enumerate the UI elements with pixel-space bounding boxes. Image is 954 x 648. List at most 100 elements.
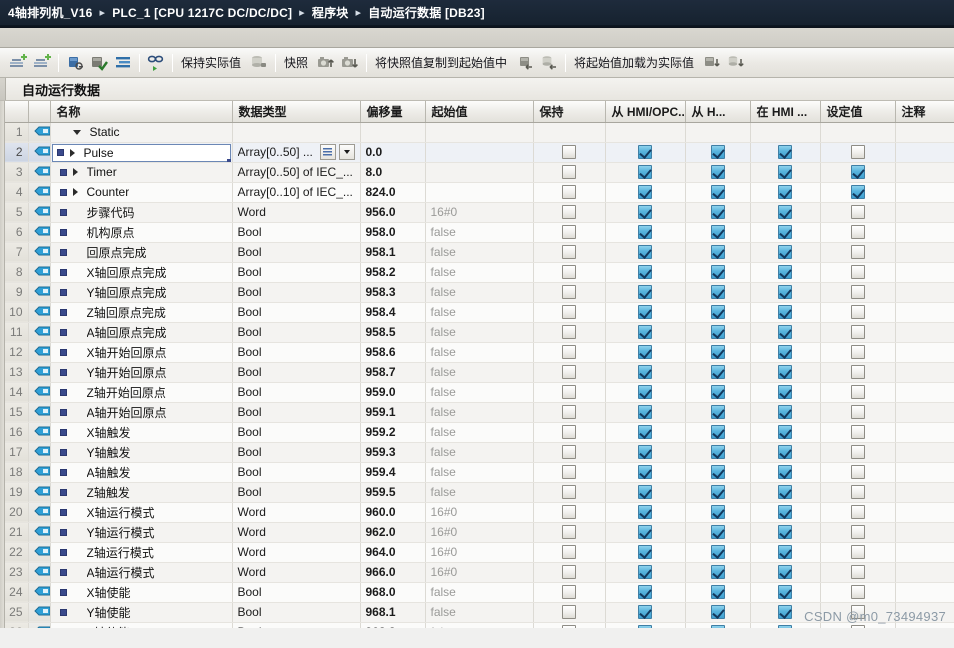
cell-setpoint[interactable]: [820, 602, 896, 623]
checkbox-visible-in-hmi[interactable]: [778, 565, 792, 580]
cell-from-hmi-opc[interactable]: [605, 542, 686, 563]
cell-visible-in-hmi[interactable]: [750, 362, 821, 383]
checkbox-from-hmi-opc[interactable]: [638, 205, 652, 220]
cell-start-value[interactable]: false: [425, 262, 534, 283]
cell-start-value[interactable]: 16#0: [425, 522, 534, 543]
checkbox-retain[interactable]: [562, 245, 576, 260]
cell-comment[interactable]: [895, 162, 954, 183]
column-header-writable-from-hmi[interactable]: 从 H...: [685, 101, 751, 123]
cell-name[interactable]: A轴开始回原点: [50, 402, 233, 423]
cell-datatype[interactable]: Bool: [232, 362, 361, 383]
table-row[interactable]: 9 Y轴回原点完成 Bool 958.3 false: [0, 282, 954, 303]
cell-writable-from-hmi[interactable]: [685, 162, 751, 183]
checkbox-setpoint[interactable]: [850, 465, 865, 480]
datatype-browse-button[interactable]: [319, 144, 336, 160]
cell-retain[interactable]: [533, 402, 606, 423]
cell-start-value[interactable]: false: [425, 602, 534, 623]
cell-start-value[interactable]: false: [425, 382, 534, 403]
cell-from-hmi-opc[interactable]: [605, 122, 686, 143]
cell-writable-from-hmi[interactable]: [685, 382, 751, 403]
checkbox-writable-from-hmi[interactable]: [710, 485, 725, 500]
table-row[interactable]: 26Z轴使能Bool968.2false: [0, 622, 954, 628]
cell-retain[interactable]: [533, 442, 606, 463]
cell-name[interactable]: A轴运行模式: [50, 562, 233, 583]
cell-from-hmi-opc[interactable]: [605, 362, 686, 383]
cell-writable-from-hmi[interactable]: [685, 262, 751, 283]
checkbox-visible-in-hmi[interactable]: [778, 165, 792, 180]
column-header-icon[interactable]: [28, 101, 51, 123]
cell-retain[interactable]: [533, 582, 606, 603]
checkbox-retain[interactable]: [562, 365, 576, 380]
checkbox-setpoint[interactable]: [850, 325, 865, 340]
table-row[interactable]: 11 A轴回原点完成 Bool 958.5 false: [0, 322, 954, 343]
cell-setpoint[interactable]: [820, 562, 896, 583]
checkbox-visible-in-hmi[interactable]: [778, 625, 792, 628]
checkbox-writable-from-hmi[interactable]: [710, 305, 725, 320]
cell-writable-from-hmi[interactable]: [685, 342, 751, 363]
cell-writable-from-hmi[interactable]: [685, 562, 751, 583]
cell-from-hmi-opc[interactable]: [605, 262, 686, 283]
cell-name[interactable]: Y轴运行模式: [50, 522, 233, 543]
cell-writable-from-hmi[interactable]: [685, 462, 751, 483]
copy-snapshot-icon-2[interactable]: [537, 51, 561, 75]
column-header-accessible-from-hmi-opc[interactable]: 从 HMI/OPC..: [605, 101, 686, 123]
checkbox-visible-in-hmi[interactable]: [778, 145, 792, 160]
cell-writable-from-hmi[interactable]: [685, 602, 751, 623]
column-header-comment[interactable]: 注释: [895, 101, 954, 123]
expand-all-icon[interactable]: [111, 51, 135, 75]
cell-writable-from-hmi[interactable]: [685, 242, 751, 263]
checkbox-setpoint[interactable]: [850, 545, 865, 560]
cell-from-hmi-opc[interactable]: [605, 522, 686, 543]
keep-actual-values-label[interactable]: 保持实际值: [177, 54, 247, 71]
checkbox-writable-from-hmi[interactable]: [710, 385, 725, 400]
breadcrumb-item-blocks[interactable]: 程序块: [312, 4, 349, 21]
cell-from-hmi-opc[interactable]: [605, 602, 686, 623]
checkbox-from-hmi-opc[interactable]: [638, 525, 652, 540]
cell-writable-from-hmi[interactable]: [685, 222, 751, 243]
checkbox-retain[interactable]: [562, 225, 576, 240]
table-row[interactable]: 1 Static: [0, 122, 954, 143]
cell-name[interactable]: Z轴使能: [50, 622, 233, 628]
cell-setpoint[interactable]: [820, 622, 896, 628]
table-row[interactable]: 10 Z轴回原点完成 Bool 958.4 false: [0, 302, 954, 323]
cell-retain[interactable]: [533, 142, 606, 163]
cell-datatype[interactable]: Bool: [232, 462, 361, 483]
cell-datatype[interactable]: Bool: [232, 342, 361, 363]
cell-writable-from-hmi[interactable]: [685, 302, 751, 323]
cell-start-value[interactable]: false: [425, 362, 534, 383]
checkbox-setpoint[interactable]: [850, 425, 865, 440]
cell-datatype[interactable]: Array[0..50] of IEC_...: [232, 162, 361, 183]
table-row[interactable]: 5 步骤代码 Word 956.0 16#0: [0, 202, 954, 223]
cell-name[interactable]: 回原点完成: [50, 242, 233, 263]
cell-from-hmi-opc[interactable]: [605, 142, 686, 163]
cell-name[interactable]: 步骤代码: [50, 202, 233, 223]
cell-visible-in-hmi[interactable]: [750, 542, 821, 563]
cell-datatype[interactable]: Bool: [232, 602, 361, 623]
cell-comment[interactable]: [895, 442, 954, 463]
cell-visible-in-hmi[interactable]: [750, 202, 821, 223]
cell-comment[interactable]: [895, 582, 954, 603]
cell-visible-in-hmi[interactable]: [750, 222, 821, 243]
cell-name[interactable]: Z轴触发: [50, 482, 233, 503]
collapse-triangle-icon[interactable]: [72, 129, 81, 135]
cell-retain[interactable]: [533, 542, 606, 563]
checkbox-retain[interactable]: [562, 425, 576, 440]
snapshot-icon-1[interactable]: [314, 51, 338, 75]
cell-retain[interactable]: [533, 522, 606, 543]
cell-start-value[interactable]: [425, 142, 534, 163]
checkbox-writable-from-hmi[interactable]: [710, 445, 725, 460]
cell-setpoint[interactable]: [820, 322, 896, 343]
cell-name[interactable]: Timer: [50, 162, 233, 183]
checkbox-retain[interactable]: [562, 605, 576, 620]
cell-writable-from-hmi[interactable]: [685, 362, 751, 383]
checkbox-retain[interactable]: [562, 385, 576, 400]
cell-setpoint[interactable]: [820, 282, 896, 303]
cell-from-hmi-opc[interactable]: [605, 302, 686, 323]
cell-from-hmi-opc[interactable]: [605, 202, 686, 223]
cell-datatype[interactable]: Bool: [232, 322, 361, 343]
cell-retain[interactable]: [533, 482, 606, 503]
checkbox-from-hmi-opc[interactable]: [638, 325, 652, 340]
column-header-retain[interactable]: 保持: [533, 101, 606, 123]
cell-setpoint[interactable]: [820, 342, 896, 363]
cell-start-value[interactable]: [425, 162, 534, 183]
